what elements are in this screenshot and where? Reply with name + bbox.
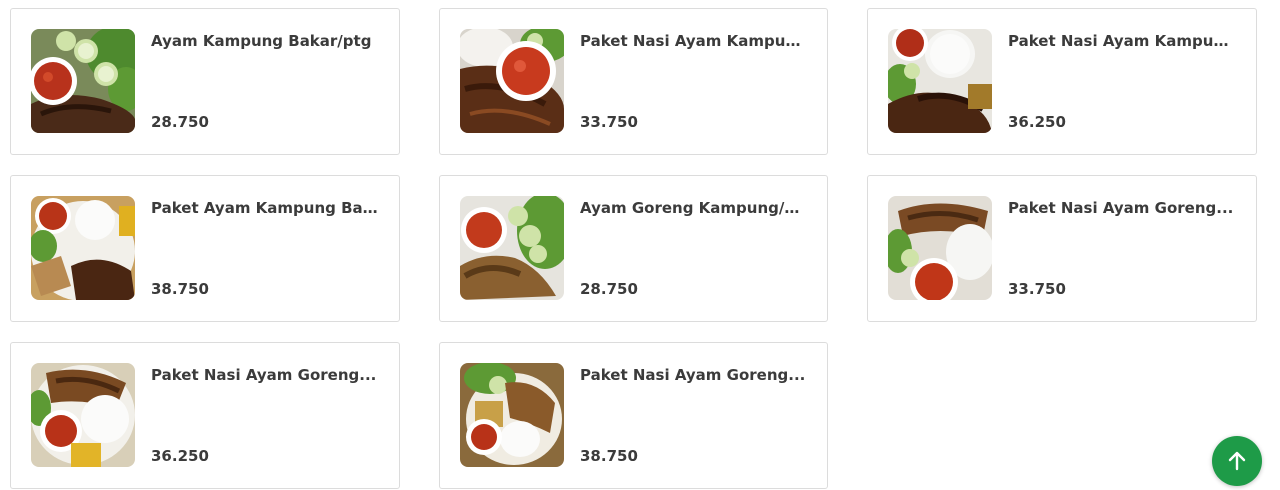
food-image xyxy=(460,29,564,133)
menu-item-card[interactable]: Paket Nasi Ayam Kampung... 36.250 xyxy=(867,8,1257,155)
menu-item-price: 28.750 xyxy=(580,280,638,298)
menu-item-price: 36.250 xyxy=(1008,113,1066,131)
menu-item-name: Ayam Kampung Bakar/ptg xyxy=(151,32,372,50)
menu-item-card[interactable]: Paket Nasi Ayam Goreng... 33.750 xyxy=(867,175,1257,322)
food-image xyxy=(460,196,564,300)
menu-item-price: 33.750 xyxy=(580,113,638,131)
menu-item-name: Paket Nasi Ayam Goreng... xyxy=(580,366,806,384)
menu-item-name: Paket Ayam Kampung Bakar... xyxy=(151,199,381,217)
menu-item-price: 38.750 xyxy=(151,280,209,298)
menu-item-card[interactable]: Paket Nasi Ayam Kampung... 33.750 xyxy=(439,8,828,155)
menu-item-price: 38.750 xyxy=(580,447,638,465)
food-image xyxy=(888,196,992,300)
menu-item-card[interactable]: Paket Nasi Ayam Goreng... 36.250 xyxy=(10,342,400,489)
menu-item-card[interactable]: Ayam Goreng Kampung/ptg 28.750 xyxy=(439,175,828,322)
food-image xyxy=(31,196,135,300)
arrow-up-icon xyxy=(1228,451,1246,471)
menu-item-price: 36.250 xyxy=(151,447,209,465)
menu-item-card[interactable]: Paket Ayam Kampung Bakar... 38.750 xyxy=(10,175,400,322)
menu-item-name: Paket Nasi Ayam Goreng... xyxy=(151,366,377,384)
menu-item-name: Paket Nasi Ayam Kampung... xyxy=(580,32,809,50)
menu-item-price: 33.750 xyxy=(1008,280,1066,298)
food-image xyxy=(31,363,135,467)
food-image xyxy=(31,29,135,133)
menu-item-name: Ayam Goreng Kampung/ptg xyxy=(580,199,809,217)
food-image xyxy=(460,363,564,467)
menu-item-card[interactable]: Ayam Kampung Bakar/ptg 28.750 xyxy=(10,8,400,155)
scroll-to-top-button[interactable] xyxy=(1212,436,1262,486)
menu-item-card[interactable]: Paket Nasi Ayam Goreng... 38.750 xyxy=(439,342,828,489)
menu-item-name: Paket Nasi Ayam Goreng... xyxy=(1008,199,1234,217)
menu-grid: Ayam Kampung Bakar/ptg 28.750 Paket Nasi… xyxy=(10,8,1257,489)
food-image xyxy=(888,29,992,133)
menu-item-name: Paket Nasi Ayam Kampung... xyxy=(1008,32,1238,50)
menu-item-price: 28.750 xyxy=(151,113,209,131)
